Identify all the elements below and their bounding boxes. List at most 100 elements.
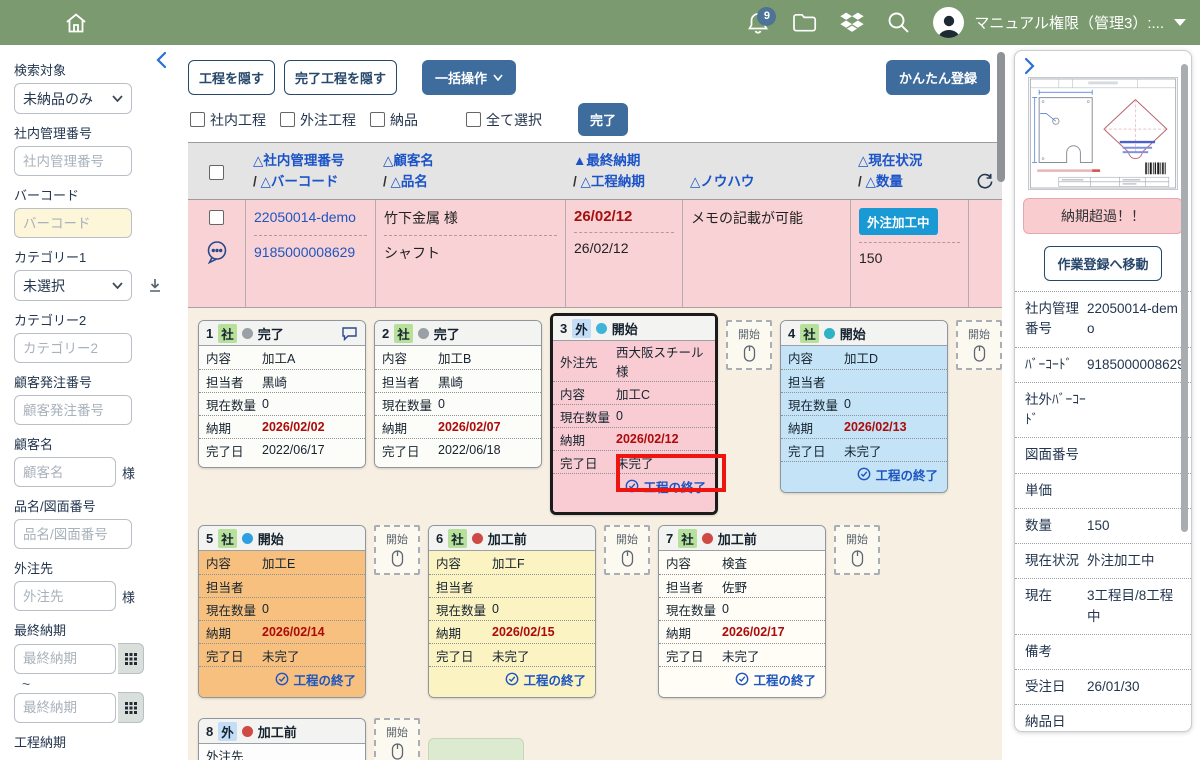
search-icon[interactable] <box>887 11 910 34</box>
barcode-label: バーコード <box>14 185 168 204</box>
card-field-label: 担当者 <box>206 372 262 391</box>
category1-download-icon[interactable] <box>148 278 162 293</box>
card-field-row: 現在数量0 <box>375 392 541 415</box>
sort-internal-id[interactable]: △社内管理番号 / △バーコード <box>245 143 375 199</box>
hide-process-button[interactable]: 工程を隠す <box>188 60 275 95</box>
sort-knowhow[interactable]: △ノウハウ <box>682 143 850 199</box>
process-card-8[interactable]: 8外加工前外注先 <box>198 718 366 760</box>
start-dropzone[interactable]: 開始 <box>374 525 420 575</box>
start-dropzone[interactable]: 開始 <box>956 320 1002 370</box>
hide-done-process-button[interactable]: 完了工程を隠す <box>284 60 397 95</box>
detail-panel: 納期超過！！ 作業登録へ移動 社内管理番号22050014-demoﾊﾞｰｺｰﾄ… <box>1014 50 1192 732</box>
sort-customer[interactable]: △顧客名 / △品名 <box>375 143 565 199</box>
end-process-link[interactable]: 工程の終了 <box>659 666 825 691</box>
card-field-row: 完了日未完了 <box>553 450 715 473</box>
card-field-label: 納期 <box>382 418 438 437</box>
card-field-value: 未完了 <box>262 646 358 665</box>
internal-id-input[interactable] <box>14 146 132 176</box>
barcode-link[interactable]: 9185000008629 <box>254 243 367 263</box>
check-circle-icon <box>625 479 639 493</box>
card-number: 8 <box>206 724 213 739</box>
bulk-action-button[interactable]: 一括操作 <box>422 60 516 95</box>
card-type-badge: 社 <box>218 324 237 343</box>
card-field-row: 外注先 <box>199 744 365 760</box>
mouse-icon <box>391 743 404 760</box>
main-scrollbar-thumb[interactable] <box>997 52 1005 182</box>
process-card-6[interactable]: 6社加工前内容加工F担当者現在数量0納期2026/02/15完了日未完了工程の終… <box>428 525 596 698</box>
panel-row-value <box>1087 481 1185 501</box>
card-field-row: 担当者 <box>199 574 365 597</box>
checkbox-outsourced-process[interactable] <box>280 112 295 127</box>
end-process-link[interactable]: 工程の終了 <box>781 461 947 486</box>
panel-row-label: 現在 <box>1025 586 1087 627</box>
easy-register-button[interactable]: かんたん登録 <box>886 60 990 95</box>
home-icon[interactable] <box>64 11 88 35</box>
process-card-3[interactable]: 3外開始外注先西大阪スチール様内容加工C現在数量0納期2026/02/12完了日… <box>550 313 718 515</box>
card-field-label: 納期 <box>666 623 722 642</box>
product-no-input[interactable] <box>14 519 132 549</box>
drawing-thumbnail[interactable] <box>1028 77 1178 190</box>
account-menu[interactable]: マニュアル権限（管理3）:... <box>933 7 1186 38</box>
start-dropzone[interactable]: 開始 <box>834 525 880 575</box>
process-card-7[interactable]: 7社加工前内容検査担当者佐野現在数量0納期2026/02/17完了日未完了工程の… <box>658 525 826 698</box>
card-field-label: 完了日 <box>666 646 722 665</box>
final-due-calendar-button-2[interactable] <box>118 692 144 723</box>
table-header: △社内管理番号 / △バーコード △顧客名 / △品名 ▲最終納期 / △工程納… <box>188 142 1002 200</box>
sort-due-date[interactable]: ▲最終納期 / △工程納期 <box>565 143 682 199</box>
checkbox-delivery[interactable] <box>370 112 385 127</box>
card-field-label: 完了日 <box>206 441 262 460</box>
green-card-partial[interactable] <box>428 738 524 760</box>
folder-icon[interactable] <box>792 12 817 33</box>
barcode-input[interactable] <box>14 208 132 238</box>
panel-collapse-icon[interactable] <box>1023 57 1037 75</box>
memo-bubble-icon[interactable] <box>204 239 230 265</box>
card-field-value: 未完了 <box>844 441 940 460</box>
start-dropzone[interactable]: 開始 <box>726 320 772 370</box>
card-field-value: 2026/02/13 <box>844 420 940 434</box>
final-due-input-2[interactable] <box>14 693 116 723</box>
done-button[interactable]: 完了 <box>578 103 628 136</box>
card-type-badge: 外 <box>218 722 237 741</box>
start-dropzone[interactable]: 開始 <box>604 525 650 575</box>
panel-scrollbar-thumb[interactable] <box>1181 64 1188 532</box>
memo-bubble-icon[interactable] <box>341 326 358 341</box>
sidebar-collapse-icon[interactable] <box>154 51 168 69</box>
search-target-select[interactable]: 未納品のみ <box>14 83 132 114</box>
move-to-work-register-button[interactable]: 作業登録へ移動 <box>1044 246 1161 281</box>
customer-name-input[interactable] <box>14 457 116 487</box>
process-card-4[interactable]: 4社開始内容加工D担当者現在数量0納期2026/02/13完了日未完了工程の終了 <box>780 320 948 493</box>
card-field-value: 2026/02/14 <box>262 625 358 639</box>
category2-input[interactable] <box>14 333 132 363</box>
end-process-link[interactable]: 工程の終了 <box>553 473 715 498</box>
internal-id-link[interactable]: 22050014-demo <box>254 208 367 228</box>
table-row[interactable]: 22050014-demo 9185000008629 竹下金属 様 シャフト … <box>188 200 1002 308</box>
category1-select[interactable]: 未選択 <box>14 270 132 301</box>
card-field-label: 担当者 <box>382 372 438 391</box>
panel-row-label: 図面番号 <box>1025 445 1087 465</box>
card-memo-bubble[interactable] <box>341 326 358 341</box>
start-dropzone[interactable]: 開始 <box>374 718 420 760</box>
end-process-link[interactable]: 工程の終了 <box>429 666 595 691</box>
checkbox-select-all[interactable] <box>466 112 481 127</box>
card-field-value: 0 <box>722 602 818 616</box>
notifications-bell-icon[interactable]: 9 <box>747 11 769 35</box>
chevron-down-icon <box>1174 19 1186 26</box>
process-card-area: 1社完了内容加工A担当者黒崎現在数量0納期2026/02/02完了日2022/0… <box>188 308 1002 760</box>
hamburger-menu-icon[interactable] <box>14 14 40 32</box>
sort-status[interactable]: △現在状況 / △数量 <box>850 143 968 199</box>
panel-row-value <box>1087 390 1185 431</box>
outsourcer-input[interactable] <box>14 581 116 611</box>
card-type-badge: 社 <box>800 324 819 343</box>
final-due-input-1[interactable] <box>14 644 116 674</box>
panel-row-value <box>1087 642 1185 662</box>
process-card-2[interactable]: 2社完了内容加工B担当者黒崎現在数量0納期2026/02/07完了日2022/0… <box>374 320 542 468</box>
process-card-5[interactable]: 5社開始内容加工E担当者現在数量0納期2026/02/14完了日未完了工程の終了 <box>198 525 366 698</box>
end-process-link[interactable]: 工程の終了 <box>199 666 365 691</box>
row-checkbox[interactable] <box>209 210 224 225</box>
header-checkbox[interactable] <box>209 165 224 180</box>
customer-order-no-input[interactable] <box>14 395 132 425</box>
final-due-calendar-button-1[interactable] <box>118 643 144 674</box>
dropbox-icon[interactable] <box>840 12 864 33</box>
process-card-1[interactable]: 1社完了内容加工A担当者黒崎現在数量0納期2026/02/02完了日2022/0… <box>198 320 366 468</box>
checkbox-internal-process[interactable] <box>190 112 205 127</box>
